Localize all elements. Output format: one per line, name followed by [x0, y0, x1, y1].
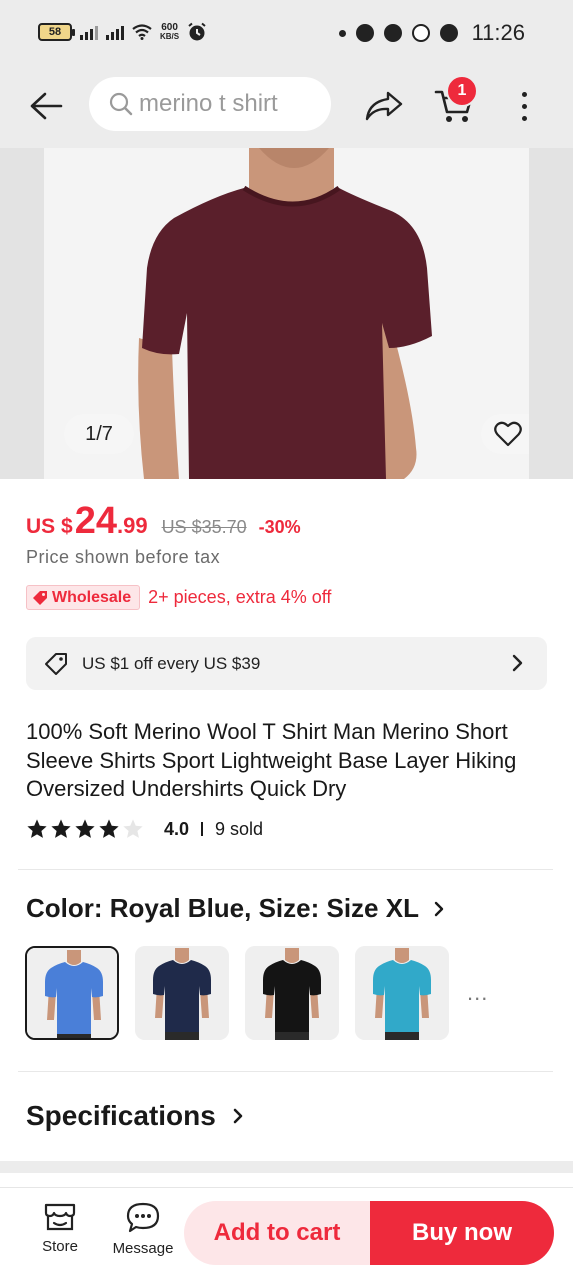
color-swatches: ...	[25, 946, 488, 1040]
star-rating	[26, 818, 144, 840]
specifications-label: Specifications	[26, 1100, 216, 1131]
variant-title: Color: Royal Blue, Size: Size XL	[26, 893, 419, 923]
color-swatch[interactable]	[355, 946, 449, 1040]
divider	[18, 869, 553, 870]
store-icon	[44, 1203, 76, 1231]
wholesale-tag: Wholesale	[26, 585, 141, 610]
swatch-shirt-illustration	[27, 948, 117, 1038]
share-button[interactable]	[360, 82, 408, 130]
price-decimal: .99	[116, 513, 148, 538]
message-label: Message	[112, 1240, 174, 1257]
chevron-right-icon	[512, 654, 523, 672]
search-input[interactable]: merino t shirt	[89, 77, 331, 131]
star-filled-icon	[51, 819, 71, 838]
wifi-icon	[132, 24, 152, 40]
buy-now-button[interactable]: Buy now	[370, 1201, 554, 1265]
swatch-shirt-illustration	[135, 946, 229, 1040]
specifications-row[interactable]: Specifications	[26, 1100, 246, 1132]
signal-icon-2	[106, 24, 124, 40]
wholesale-tag-label: Wholesale	[52, 588, 132, 606]
section-separator	[0, 1161, 573, 1173]
star-empty-icon	[123, 819, 143, 838]
divider	[18, 1071, 553, 1072]
search-text: merino t shirt	[139, 90, 278, 117]
cart-badge: 1	[446, 75, 478, 107]
battery-level: 58	[48, 26, 62, 38]
top-bar: merino t shirt	[0, 68, 573, 148]
star-filled-icon	[99, 819, 119, 838]
price-row: US $ 24 .99 US $35.70 -30%	[26, 500, 301, 543]
message-icon	[126, 1202, 160, 1233]
coupon-tag-icon	[45, 652, 67, 675]
price-currency: US $	[26, 515, 73, 538]
rating-value: 4.0	[164, 818, 190, 839]
wishlist-button[interactable]: 7	[481, 414, 529, 454]
star-filled-icon	[75, 819, 95, 838]
chevron-right-icon	[233, 1108, 243, 1124]
swatch-shirt-illustration	[245, 946, 339, 1040]
product-gallery[interactable]: 1/7 7	[0, 148, 573, 479]
message-button[interactable]: Message	[108, 1202, 178, 1257]
status-bar: 58 600 KB/S 11:26	[0, 0, 573, 68]
color-swatch[interactable]	[135, 946, 229, 1040]
sold-count: 9 sold	[215, 818, 264, 839]
tag-icon	[33, 590, 47, 605]
wholesale-text: 2+ pieces, extra 4% off	[148, 587, 332, 607]
variant-selector-header[interactable]: Color: Royal Blue, Size: Size XL	[26, 893, 447, 924]
image-counter: 1/7	[64, 414, 134, 454]
signal-icon	[80, 24, 98, 40]
swatch-shirt-illustration	[355, 946, 449, 1040]
separator	[201, 822, 204, 836]
alarm-icon	[188, 22, 206, 41]
heart-icon	[494, 421, 523, 447]
product-title: 100% Soft Merino Wool T Shirt Man Merino…	[26, 719, 517, 801]
original-price: US $35.70	[161, 517, 247, 537]
wholesale-row[interactable]: Wholesale 2+ pieces, extra 4% off	[26, 585, 331, 610]
bottom-action-bar: Store Message Add to cart Buy now	[0, 1187, 573, 1280]
product-image[interactable]: 1/7 7	[44, 148, 529, 479]
star-filled-icon	[27, 819, 47, 838]
back-button[interactable]	[24, 84, 68, 128]
tax-note: Price shown before tax	[26, 547, 221, 567]
chevron-right-icon	[434, 901, 444, 916]
clock: 11:26	[471, 20, 525, 45]
chat-icon	[383, 24, 402, 42]
wishlist-count: 7	[528, 423, 529, 446]
more-colors-indicator[interactable]: ...	[467, 980, 488, 1006]
whatsapp-business-icon	[411, 24, 430, 42]
more-options-button[interactable]	[506, 82, 542, 130]
store-label: Store	[42, 1238, 78, 1255]
store-button[interactable]: Store	[25, 1202, 95, 1255]
discount-badge: -30%	[258, 517, 301, 537]
add-to-cart-button[interactable]: Add to cart	[184, 1201, 370, 1265]
color-swatch[interactable]	[25, 946, 119, 1040]
coupon-banner[interactable]: US $1 off every US $39	[26, 637, 547, 690]
arrow-left-icon	[30, 92, 63, 120]
notification-dot-icon	[338, 29, 346, 37]
color-swatch[interactable]	[245, 946, 339, 1040]
net-speed: 600 KB/S	[160, 22, 180, 42]
share-icon	[365, 91, 403, 121]
rating-row[interactable]: 4.0 9 sold	[26, 818, 263, 840]
search-icon	[109, 92, 133, 116]
price-integer: 24	[74, 500, 117, 542]
coupon-text: US $1 off every US $39	[82, 653, 261, 673]
battery-icon: 58	[38, 23, 75, 41]
messenger-icon	[355, 24, 374, 42]
snapchat-icon	[439, 24, 458, 42]
